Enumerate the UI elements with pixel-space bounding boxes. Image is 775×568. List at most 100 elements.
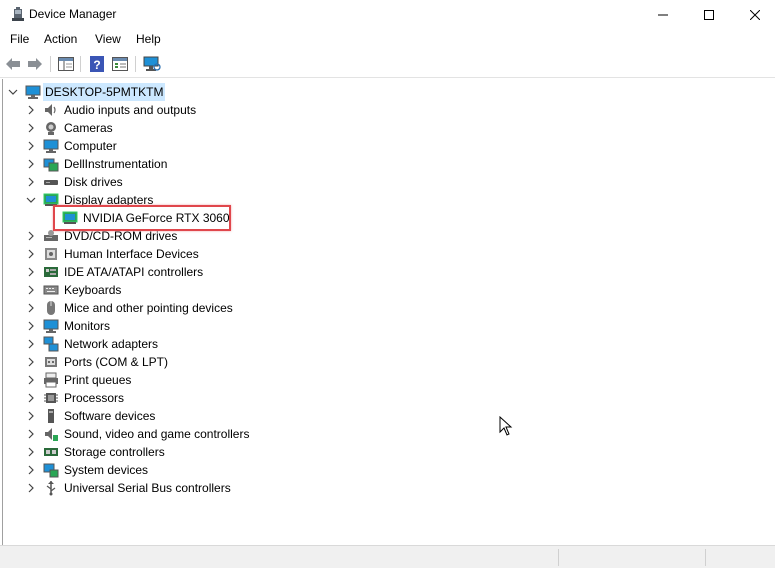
chevron-right-icon xyxy=(28,411,34,421)
tree-item-label[interactable]: IDE ATA/ATAPI controllers xyxy=(64,263,203,281)
tree-item-label[interactable]: Human Interface Devices xyxy=(64,245,199,263)
expand-chevron[interactable] xyxy=(26,141,36,151)
menu-view[interactable]: View xyxy=(95,32,121,46)
close-button[interactable] xyxy=(732,0,775,29)
disk-drive-icon xyxy=(44,180,58,185)
status-divider xyxy=(705,549,706,566)
ide-controller-icon xyxy=(44,267,58,277)
tree-item-label[interactable]: DellInstrumentation xyxy=(64,155,167,173)
title-bar: Device Manager xyxy=(0,0,775,29)
tree-item-label[interactable]: Mice and other pointing devices xyxy=(64,299,233,317)
chevron-right-icon xyxy=(28,393,34,403)
processor-icon xyxy=(44,393,58,403)
expand-chevron[interactable] xyxy=(26,285,36,295)
device-manager-icon xyxy=(12,7,24,21)
scan-hardware-icon xyxy=(143,56,161,71)
toolbar-separator xyxy=(135,56,136,72)
speaker-icon xyxy=(45,104,56,116)
collapse-root-chevron[interactable] xyxy=(8,87,18,97)
tree-item-label[interactable]: Keyboards xyxy=(64,281,121,299)
expand-chevron[interactable] xyxy=(26,159,36,169)
expand-chevron[interactable] xyxy=(26,267,36,277)
chevron-right-icon xyxy=(28,123,34,133)
tree-item-label[interactable]: Computer xyxy=(64,137,117,155)
port-icon xyxy=(45,357,57,367)
minimize-button[interactable] xyxy=(640,0,686,29)
chevron-right-icon xyxy=(28,303,34,313)
mouse-icon xyxy=(47,301,55,315)
expand-chevron[interactable] xyxy=(26,303,36,313)
expand-chevron[interactable] xyxy=(26,447,36,457)
highlight-annotation xyxy=(53,205,231,231)
network-adapter-icon xyxy=(43,336,59,352)
computer-icon xyxy=(25,85,41,99)
status-divider xyxy=(558,549,559,566)
window-title: Device Manager xyxy=(29,7,117,21)
expand-chevron[interactable] xyxy=(26,321,36,331)
properties-button[interactable] xyxy=(110,54,130,74)
expand-chevron[interactable] xyxy=(26,231,36,241)
collapse-chevron[interactable] xyxy=(26,195,36,205)
chevron-right-icon xyxy=(28,321,34,331)
forward-button[interactable] xyxy=(25,54,45,74)
maximize-button[interactable] xyxy=(686,0,732,29)
show-hide-tree-button[interactable] xyxy=(56,54,76,74)
tree-item-label[interactable]: Universal Serial Bus controllers xyxy=(64,479,231,497)
back-button[interactable] xyxy=(3,54,23,74)
expand-chevron[interactable] xyxy=(26,483,36,493)
tree-item-label[interactable]: Sound, video and game controllers xyxy=(64,425,249,443)
menu-action[interactable]: Action xyxy=(44,32,77,46)
help-icon: ? xyxy=(90,56,104,72)
tree-item-label[interactable]: Monitors xyxy=(64,317,110,335)
menu-bar: File Action View Help xyxy=(0,29,775,50)
expand-chevron[interactable] xyxy=(26,339,36,349)
sound-icon xyxy=(45,428,58,441)
device-tree[interactable]: DESKTOP-5PMTKTM Audio inputs and outputs… xyxy=(2,79,775,545)
tree-item-label[interactable]: Processors xyxy=(64,389,124,407)
tree-item-label[interactable]: Print queues xyxy=(64,371,131,389)
chevron-right-icon xyxy=(28,231,34,241)
hid-icon xyxy=(45,248,57,260)
close-icon xyxy=(750,9,760,20)
menu-help[interactable]: Help xyxy=(136,32,161,46)
chevron-right-icon xyxy=(28,177,34,187)
tree-item-label[interactable]: Software devices xyxy=(64,407,155,425)
properties-icon xyxy=(112,57,128,71)
tree-item-label[interactable]: System devices xyxy=(64,461,148,479)
expand-chevron[interactable] xyxy=(26,411,36,421)
expand-chevron[interactable] xyxy=(26,123,36,133)
expand-chevron[interactable] xyxy=(26,429,36,439)
expand-chevron[interactable] xyxy=(26,375,36,385)
tree-item-label[interactable]: Network adapters xyxy=(64,335,158,353)
expand-chevron[interactable] xyxy=(26,465,36,475)
expand-chevron[interactable] xyxy=(26,393,36,403)
expand-chevron[interactable] xyxy=(26,357,36,367)
tree-item-label[interactable]: Audio inputs and outputs xyxy=(64,101,196,119)
help-button[interactable]: ? xyxy=(87,54,107,74)
menu-file[interactable]: File xyxy=(10,32,29,46)
expand-chevron[interactable] xyxy=(26,249,36,259)
scan-hardware-button[interactable] xyxy=(142,54,162,74)
tree-item-label[interactable]: Disk drives xyxy=(64,173,123,191)
back-icon xyxy=(6,58,20,70)
chevron-right-icon xyxy=(28,141,34,151)
toolbar-separator xyxy=(80,56,81,72)
minimize-icon xyxy=(658,14,668,15)
tree-root-label[interactable]: DESKTOP-5PMTKTM xyxy=(43,83,166,101)
computer-icon xyxy=(43,139,59,153)
chevron-right-icon xyxy=(28,483,34,493)
status-bar xyxy=(0,545,775,568)
keyboard-icon xyxy=(43,285,59,295)
camera-icon xyxy=(46,122,56,135)
tree-item-label[interactable]: Cameras xyxy=(64,119,113,137)
expand-chevron[interactable] xyxy=(26,105,36,115)
chevron-right-icon xyxy=(28,339,34,349)
toolbar-separator xyxy=(50,56,51,72)
expand-chevron[interactable] xyxy=(26,177,36,187)
chevron-right-icon xyxy=(28,357,34,367)
tree-item-label[interactable]: Ports (COM & LPT) xyxy=(64,353,168,371)
chevron-down-icon xyxy=(26,197,36,203)
tree-item-label[interactable]: Storage controllers xyxy=(64,443,165,461)
chevron-right-icon xyxy=(28,375,34,385)
device-icon xyxy=(43,158,59,172)
